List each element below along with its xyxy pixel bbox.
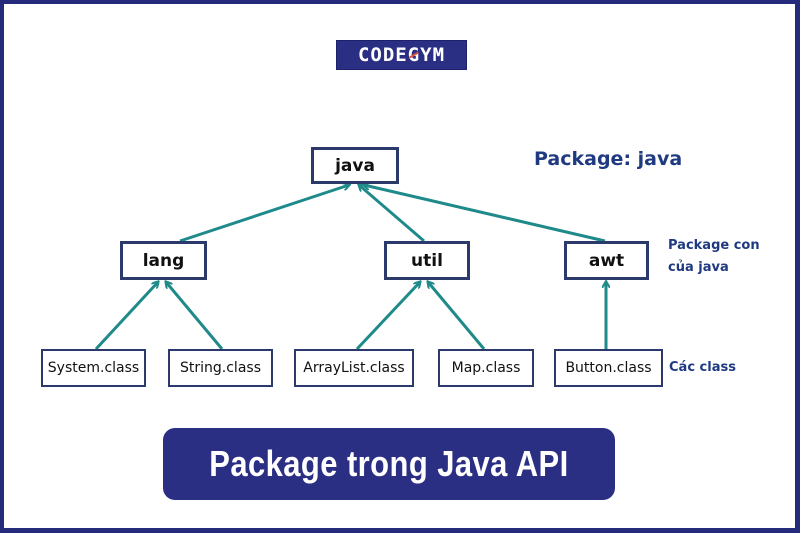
arrow-util-to-java [359,185,425,243]
arrow-arraylist-to-util [355,282,420,351]
arrow-lang-to-java [179,185,349,243]
annotation-package-java: Package: java [534,148,683,170]
title-text: Package trong Java API [209,443,569,484]
arrow-system-to-lang [94,282,158,351]
arrow-awt-to-java [364,185,606,243]
node-arraylist-class: ArrayList.class [294,349,414,387]
node-util: util [384,241,470,280]
arrow-map-to-util [428,282,486,350]
node-map-class: Map.class [438,349,534,387]
node-system-class: System.class [41,349,146,387]
node-java: java [311,147,399,184]
node-awt: awt [564,241,649,280]
node-string-class: String.class [168,349,273,387]
title-banner: Package trong Java API [163,428,615,500]
annotation-subpackage-line2: của java [668,260,729,275]
annotation-subpackage-line1: Package con [668,238,760,253]
node-button-class: Button.class [554,349,663,387]
annotation-classes: Các class [669,360,736,375]
arrow-string-to-lang [166,282,224,350]
node-lang: lang [120,241,207,280]
